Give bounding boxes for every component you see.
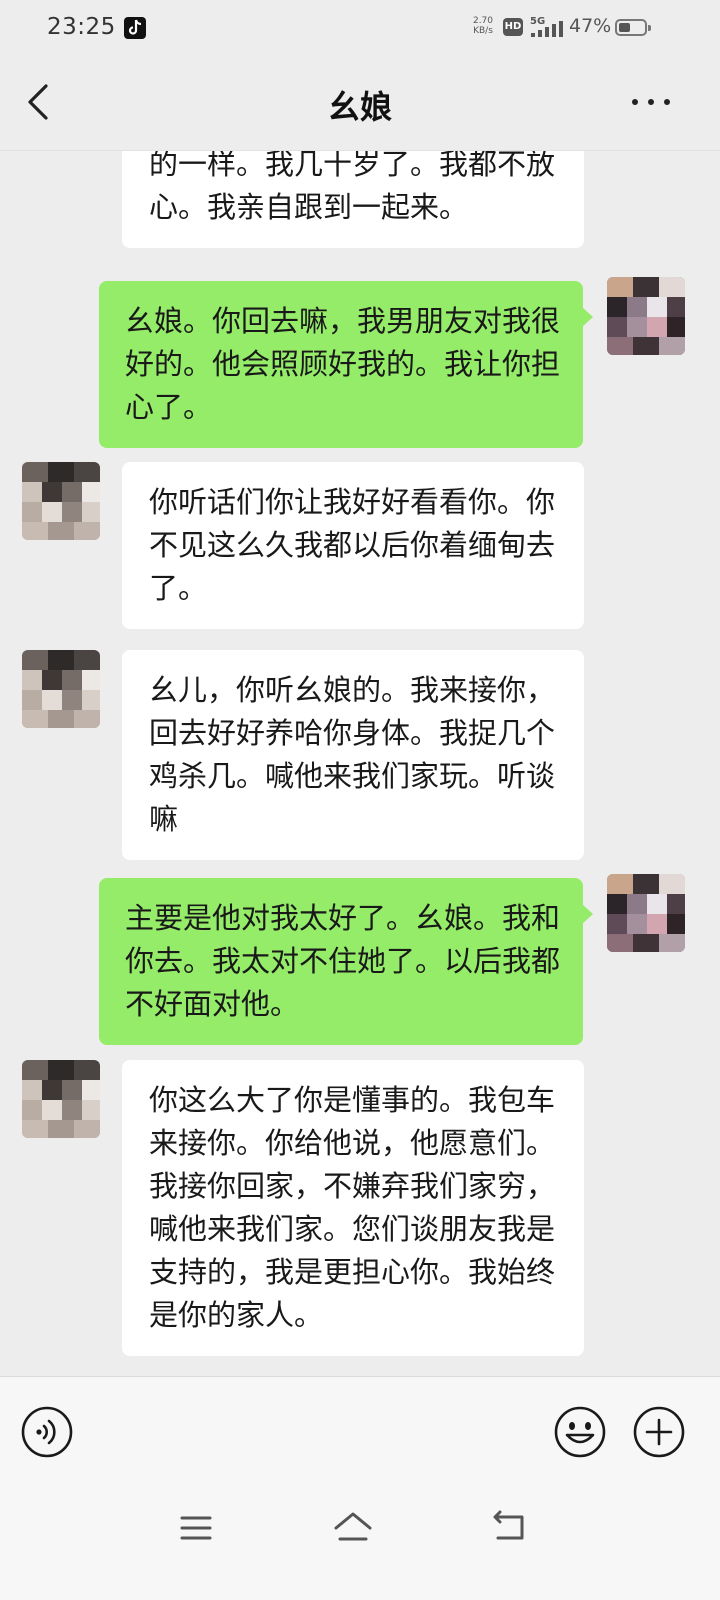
network-speed-unit: KB/s bbox=[473, 26, 493, 36]
message-bubble-sent[interactable]: 主要是他对我太好了。幺娘。我和你去。我太对不住她了。以后我都不好面对他。 bbox=[99, 878, 593, 1045]
input-bar bbox=[0, 1376, 720, 1489]
svg-text:5G: 5G bbox=[530, 16, 545, 27]
avatar-contact[interactable] bbox=[22, 650, 100, 728]
message-bubble-received[interactable]: 幺儿，你听幺娘的。我来接你，回去好好养哈你身体。我捉几个鸡杀几。喊他来我们家玩。… bbox=[122, 650, 584, 860]
more-dots-icon bbox=[632, 99, 638, 105]
message-text: 主要是他对我太好了。幺娘。我和你去。我太对不住她了。以后我都不好面对他。 bbox=[125, 901, 561, 1021]
message-bubble-received[interactable]: 的一样。我几十岁了。我都不放心。我亲自跟到一起来。 bbox=[122, 150, 584, 248]
message-bubble-received[interactable]: 你这么大了你是懂事的。我包车来接你。你给他说，他愿意们。我接你回家，不嫌弃我们家… bbox=[122, 1060, 584, 1356]
home-icon bbox=[334, 1512, 372, 1541]
chat-title: 幺娘 bbox=[327, 88, 392, 126]
voice-input-button[interactable] bbox=[20, 1405, 74, 1459]
signal-icon: 5G bbox=[530, 14, 564, 44]
hd-icon: HD bbox=[503, 18, 523, 36]
message-bubble-received[interactable]: 你听话们你让我好好看看你。你不见这么久我都以后你着缅甸去了。 bbox=[122, 462, 584, 629]
avatar-contact[interactable] bbox=[22, 1060, 100, 1138]
home-button[interactable] bbox=[331, 1508, 375, 1548]
avatar-self[interactable] bbox=[607, 277, 685, 355]
message-text: 你听话们你让我好好看看你。你不见这么久我都以后你着缅甸去了。 bbox=[149, 485, 556, 605]
network-speed: 2.70 KB/s bbox=[468, 16, 498, 36]
menu-icon bbox=[180, 1516, 212, 1540]
voice-icon bbox=[21, 1406, 73, 1458]
chat-header: 幺娘 bbox=[0, 58, 720, 151]
message-text: 的一样。我几十岁了。我都不放心。我亲自跟到一起来。 bbox=[149, 150, 556, 224]
system-back-button[interactable] bbox=[488, 1508, 532, 1548]
plus-icon bbox=[633, 1406, 685, 1458]
battery-icon bbox=[615, 19, 651, 36]
more-functions-button[interactable] bbox=[632, 1405, 686, 1459]
more-options-button[interactable] bbox=[626, 82, 676, 122]
emoji-icon bbox=[554, 1406, 606, 1458]
status-time: 23:25 bbox=[47, 14, 116, 40]
system-navigation-bar bbox=[0, 1488, 720, 1600]
network-speed-value: 2.70 bbox=[472, 16, 494, 26]
message-bubble-sent[interactable]: 幺娘。你回去嘛，我男朋友对我很好的。他会照顾好我的。我让你担心了。 bbox=[99, 281, 593, 448]
avatar-self[interactable] bbox=[607, 874, 685, 952]
battery-level-fill bbox=[619, 23, 630, 32]
back-arrow-icon bbox=[493, 1510, 524, 1540]
avatar-contact[interactable] bbox=[22, 462, 100, 540]
battery-percent: 47% bbox=[569, 15, 612, 37]
tiktok-icon bbox=[124, 17, 146, 39]
emoji-button[interactable] bbox=[553, 1405, 607, 1459]
recent-apps-button[interactable] bbox=[174, 1508, 218, 1548]
status-bar: 23:25 2.70 KB/s HD 5G 47% bbox=[0, 0, 720, 58]
message-text: 你这么大了你是懂事的。我包车来接你。你给他说，他愿意们。我接你回家，不嫌弃我们家… bbox=[149, 1083, 556, 1332]
message-text: 幺娘。你回去嘛，我男朋友对我很好的。他会照顾好我的。我让你担心了。 bbox=[125, 304, 561, 424]
chat-messages[interactable]: 的一样。我几十岁了。我都不放心。我亲自跟到一起来。 幺娘。你回去嘛，我男朋友对我… bbox=[0, 150, 720, 1376]
message-text: 幺儿，你听幺娘的。我来接你，回去好好养哈你身体。我捉几个鸡杀几。喊他来我们家玩。… bbox=[149, 673, 556, 836]
